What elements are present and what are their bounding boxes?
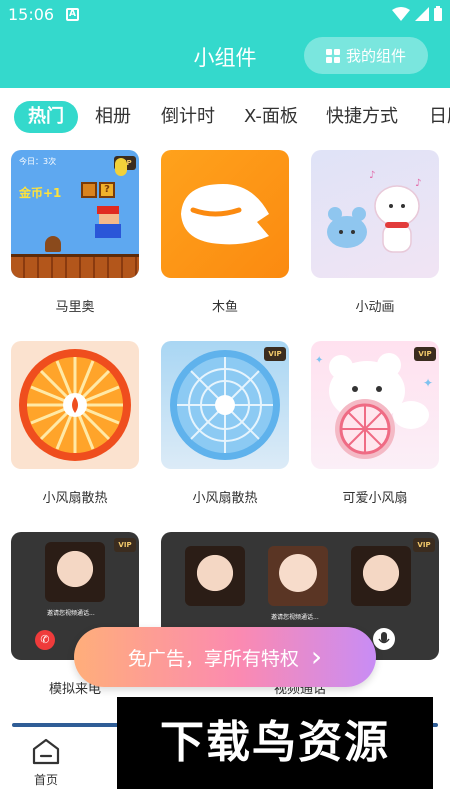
wifi-icon bbox=[392, 6, 410, 21]
widget-label: 小动画 bbox=[355, 300, 395, 315]
tab-calendar[interactable]: 日历 bbox=[429, 101, 450, 133]
status-icons bbox=[392, 6, 442, 21]
mario-today-count: 今日：3次 bbox=[19, 157, 57, 166]
invite-text: 邀请您视频通话... bbox=[47, 610, 95, 617]
question-block: ? bbox=[99, 182, 115, 198]
vip-badge: VIP bbox=[413, 538, 435, 552]
goomba-icon bbox=[45, 236, 61, 252]
fan-icon bbox=[19, 349, 131, 461]
brick-block bbox=[81, 182, 97, 198]
my-widgets-button[interactable]: 我的组件 bbox=[304, 37, 428, 74]
notification-icon: A bbox=[66, 8, 79, 21]
watermark-overlay: 下载鸟资源 bbox=[117, 697, 433, 789]
ground bbox=[11, 254, 139, 278]
widget-label: 可爱小风扇 bbox=[342, 491, 408, 506]
svg-text:✦: ✦ bbox=[315, 355, 323, 366]
invite-text: 邀请您视频通话... bbox=[271, 614, 319, 621]
widget-fan-orange[interactable] bbox=[11, 341, 139, 469]
widget-woodfish[interactable] bbox=[161, 150, 289, 278]
promo-text: 免广告，享所有特权 bbox=[127, 647, 299, 670]
widget-mario[interactable]: 今日：3次 VIP 金币+1 ? bbox=[11, 150, 139, 278]
battery-icon bbox=[434, 6, 442, 21]
header-bar: 15:06 A 小组件 我的组件 bbox=[0, 0, 450, 88]
svg-text:♪: ♪ bbox=[415, 178, 421, 189]
chevron-right-icon: › bbox=[310, 640, 323, 673]
tab-hot[interactable]: 热门 bbox=[14, 101, 78, 133]
tab-shortcuts[interactable]: 快捷方式 bbox=[326, 101, 398, 133]
nav-home[interactable]: 首页 bbox=[28, 737, 64, 788]
hangup-icon: ✆ bbox=[35, 630, 55, 650]
home-icon bbox=[32, 738, 60, 765]
widget-label: 小风扇散热 bbox=[42, 491, 108, 506]
widget-animation[interactable]: ♪ ♪ bbox=[311, 150, 439, 278]
avatar bbox=[268, 546, 328, 606]
remove-ads-banner[interactable]: 免广告，享所有特权 › bbox=[74, 627, 376, 687]
grid-icon bbox=[325, 48, 340, 63]
widget-label: 小风扇散热 bbox=[192, 491, 258, 506]
svg-text:✦: ✦ bbox=[423, 376, 433, 390]
coin-icon bbox=[115, 158, 127, 176]
vip-badge: VIP bbox=[264, 347, 286, 361]
widget-fan-blue[interactable]: VIP bbox=[161, 341, 289, 469]
wooden-fish-icon bbox=[181, 184, 269, 245]
mario-coins: 金币+1 bbox=[19, 186, 62, 200]
app-screen: 15:06 A 小组件 我的组件 热门 相册 倒计时 X-面板 快捷方式 日历 … bbox=[0, 0, 450, 800]
mario-face bbox=[99, 214, 119, 224]
widget-label: 马里奥 bbox=[55, 300, 95, 315]
avatar bbox=[45, 542, 105, 602]
widget-fan-cute[interactable]: ✦ ✦ VIP bbox=[311, 341, 439, 469]
category-tabs: 热门 相册 倒计时 X-面板 快捷方式 日历 bbox=[0, 97, 450, 137]
tab-x-panel[interactable]: X-面板 bbox=[244, 101, 298, 133]
my-widgets-label: 我的组件 bbox=[345, 47, 406, 65]
vip-badge: VIP bbox=[414, 347, 436, 361]
signal-icon bbox=[415, 6, 429, 21]
widget-label: 木鱼 bbox=[211, 300, 238, 315]
vip-badge: VIP bbox=[114, 538, 136, 552]
status-bar: 15:06 A bbox=[0, 0, 450, 30]
microphone-icon bbox=[373, 628, 395, 650]
tab-countdown[interactable]: 倒计时 bbox=[161, 101, 215, 133]
mario-character bbox=[97, 206, 119, 214]
avatar bbox=[351, 546, 411, 606]
mario-body bbox=[95, 224, 121, 238]
avatar bbox=[185, 546, 245, 606]
svg-text:♪: ♪ bbox=[369, 170, 375, 181]
tab-album[interactable]: 相册 bbox=[95, 101, 131, 133]
status-time: 15:06 bbox=[8, 5, 55, 24]
cartoon-characters-icon: ♪ ♪ bbox=[327, 170, 421, 253]
nav-home-label: 首页 bbox=[33, 773, 58, 787]
